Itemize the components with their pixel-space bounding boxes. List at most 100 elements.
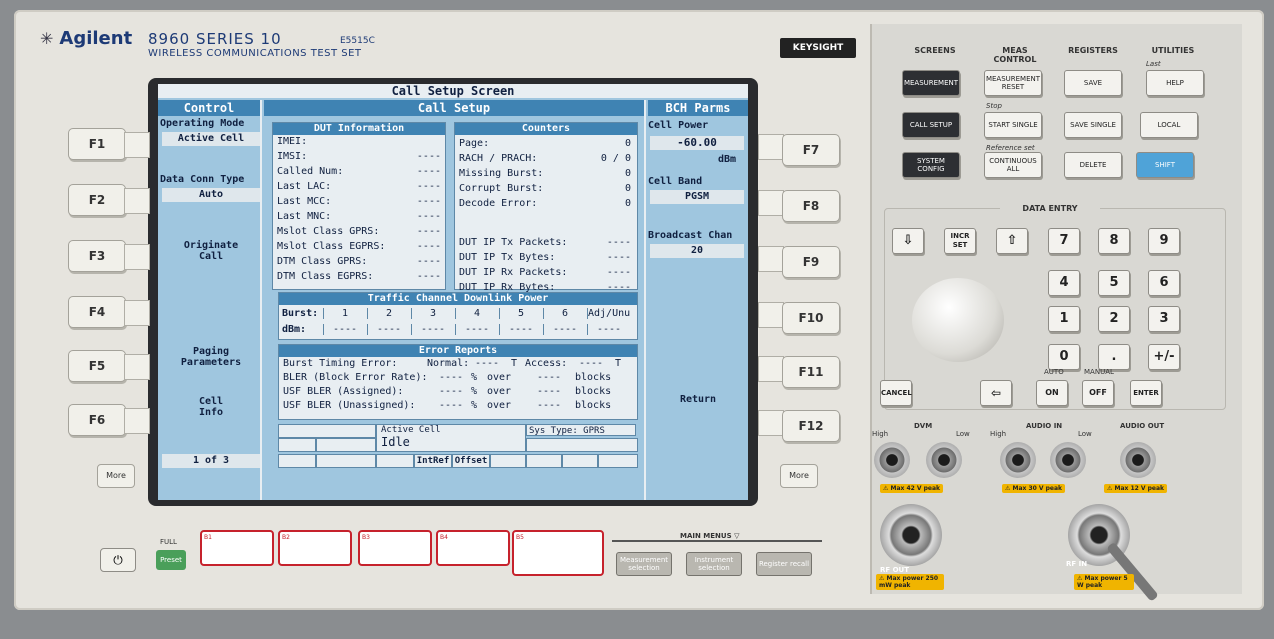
save-single-button[interactable]: SAVE SINGLE bbox=[1064, 112, 1122, 138]
softkey-f12[interactable]: F12 bbox=[782, 410, 840, 442]
digit-key[interactable]: . bbox=[1098, 344, 1130, 370]
softkey-f2[interactable]: F2 bbox=[68, 184, 126, 216]
dut-info-label: Mslot Class GPRS: bbox=[277, 226, 380, 237]
digit-key[interactable]: 6 bbox=[1148, 270, 1180, 296]
delete-button[interactable]: DELETE bbox=[1064, 152, 1122, 178]
status-cell-empty bbox=[526, 438, 638, 452]
cell-info-softkey[interactable]: Cell Info bbox=[162, 396, 260, 418]
dvm-high-connector[interactable] bbox=[874, 442, 910, 478]
return-softkey[interactable]: Return bbox=[648, 394, 748, 405]
rotary-knob[interactable] bbox=[912, 278, 1004, 362]
arrow-up-button[interactable]: ⇧ bbox=[996, 228, 1028, 254]
warning-icon: ⚠ bbox=[883, 485, 889, 492]
cancel-button[interactable]: CANCEL bbox=[880, 380, 912, 406]
audio-out-connector[interactable] bbox=[1120, 442, 1156, 478]
system-config-button[interactable]: SYSTEM CONFIG bbox=[902, 152, 960, 178]
utilities-group-label: UTILITIES bbox=[1151, 46, 1195, 55]
call-setup-button[interactable]: CALL SETUP bbox=[902, 112, 960, 138]
paging-parameters-softkey[interactable]: Paging Parameters bbox=[162, 346, 260, 368]
on-button[interactable]: ON bbox=[1036, 380, 1068, 406]
measurement-selection-button[interactable]: Measurement selection bbox=[616, 552, 672, 576]
counter-row: Page: 0 bbox=[455, 137, 637, 152]
rf-in-label: RF IN bbox=[1066, 560, 1088, 568]
softkey-tab bbox=[758, 134, 784, 160]
stop-label: Stop bbox=[986, 102, 1002, 110]
burst-column-header: 4 bbox=[455, 308, 498, 319]
off-button[interactable]: OFF bbox=[1082, 380, 1114, 406]
series-text: 8960 SERIES 10 bbox=[148, 30, 282, 48]
audio-in-low-connector[interactable] bbox=[1050, 442, 1086, 478]
preset-button[interactable]: Preset bbox=[156, 550, 186, 570]
audio-in-max-text: Max 30 V peak bbox=[1012, 485, 1063, 492]
softkey-f4[interactable]: F4 bbox=[68, 296, 126, 328]
broadcast-chan-value[interactable]: 20 bbox=[650, 244, 744, 258]
audio-in-high-connector[interactable] bbox=[1000, 442, 1036, 478]
digit-key[interactable]: 3 bbox=[1148, 306, 1180, 332]
enter-button[interactable]: ENTER bbox=[1130, 380, 1162, 406]
handwritten-sticker: B4 bbox=[436, 530, 510, 566]
incr-set-button[interactable]: INCR SET bbox=[944, 228, 976, 254]
softkey-tab bbox=[124, 244, 150, 270]
error-blocks-value: ---- bbox=[537, 386, 562, 397]
cell-band-value[interactable]: PGSM bbox=[650, 190, 744, 204]
measurement-reset-button[interactable]: MEASUREMENT RESET bbox=[984, 70, 1042, 96]
cell-band-label: Cell Band bbox=[648, 176, 703, 187]
rf-in-max-text: Max power 5 W peak bbox=[1077, 575, 1128, 589]
digit-key[interactable]: 8 bbox=[1098, 228, 1130, 254]
more-left-button[interactable]: More bbox=[97, 464, 135, 488]
status-cell-empty bbox=[278, 424, 376, 438]
counter-label: RACH / PRACH: bbox=[459, 153, 538, 164]
softkey-f1[interactable]: F1 bbox=[68, 128, 126, 160]
rf-out-label: RF OUT bbox=[880, 566, 910, 574]
cell-power-label: Cell Power bbox=[648, 120, 709, 131]
local-button[interactable]: LOCAL bbox=[1140, 112, 1198, 138]
softkey-f6[interactable]: F6 bbox=[68, 404, 126, 436]
operating-mode-value[interactable]: Active Cell bbox=[162, 132, 260, 146]
digit-key[interactable]: 2 bbox=[1098, 306, 1130, 332]
counters-panel: Counters Page: 0 RACH / PRACH: 0 / 0 Missing… bbox=[454, 122, 638, 293]
measurement-screen-button[interactable]: MEASUREMENT bbox=[902, 70, 960, 96]
softkey-f9[interactable]: F9 bbox=[782, 246, 840, 278]
dvm-low-connector[interactable] bbox=[926, 442, 962, 478]
digit-key[interactable]: 1 bbox=[1048, 306, 1080, 332]
burst-column-header: 2 bbox=[367, 308, 410, 319]
arrow-down-button[interactable]: ⇩ bbox=[892, 228, 924, 254]
power-button[interactable]: ⏻ bbox=[100, 548, 136, 572]
continuous-all-button[interactable]: CONTINUOUS ALL bbox=[984, 152, 1042, 178]
dut-info-value: ---- bbox=[416, 166, 441, 177]
softkey-f3[interactable]: F3 bbox=[68, 240, 126, 272]
originate-call-softkey[interactable]: Originate Call bbox=[162, 240, 260, 262]
digit-key[interactable]: 4 bbox=[1048, 270, 1080, 296]
rf-out-connector[interactable] bbox=[880, 504, 942, 566]
start-single-button[interactable]: START SINGLE bbox=[984, 112, 1042, 138]
help-button[interactable]: HELP bbox=[1146, 70, 1204, 96]
left-divider bbox=[260, 100, 262, 500]
instrument-selection-button[interactable]: Instrument selection bbox=[686, 552, 742, 576]
register-recall-button[interactable]: Register recall bbox=[756, 552, 812, 576]
warning-icon: ⚠ bbox=[1005, 485, 1011, 492]
more-right-button[interactable]: More bbox=[780, 464, 818, 488]
digit-key[interactable]: 7 bbox=[1048, 228, 1080, 254]
softkey-f11[interactable]: F11 bbox=[782, 356, 840, 388]
page-indicator: 1 of 3 bbox=[162, 454, 260, 468]
backspace-button[interactable]: ⇦ bbox=[980, 380, 1012, 406]
data-conn-type-value[interactable]: Auto bbox=[162, 188, 260, 202]
cell-power-value[interactable]: -60.00 bbox=[650, 136, 744, 150]
softkey-tab bbox=[758, 410, 784, 436]
status-cell-empty bbox=[526, 454, 562, 468]
warning-icon: ⚠ bbox=[1107, 485, 1113, 492]
softkey-f5[interactable]: F5 bbox=[68, 350, 126, 382]
digit-key[interactable]: 0 bbox=[1048, 344, 1080, 370]
digit-key[interactable]: 9 bbox=[1148, 228, 1180, 254]
digit-key[interactable]: 5 bbox=[1098, 270, 1130, 296]
dvm-max-text: Max 42 V peak bbox=[890, 485, 941, 492]
keysight-logo: KEYSIGHT bbox=[780, 38, 856, 58]
softkey-tab bbox=[758, 246, 784, 272]
softkey-f10[interactable]: F10 bbox=[782, 302, 840, 334]
save-button[interactable]: SAVE bbox=[1064, 70, 1122, 96]
shift-button[interactable]: SHIFT bbox=[1136, 152, 1194, 178]
digit-key[interactable]: +/- bbox=[1148, 344, 1180, 370]
softkey-f7[interactable]: F7 bbox=[782, 134, 840, 166]
counter-value: ---- bbox=[606, 267, 631, 278]
softkey-f8[interactable]: F8 bbox=[782, 190, 840, 222]
